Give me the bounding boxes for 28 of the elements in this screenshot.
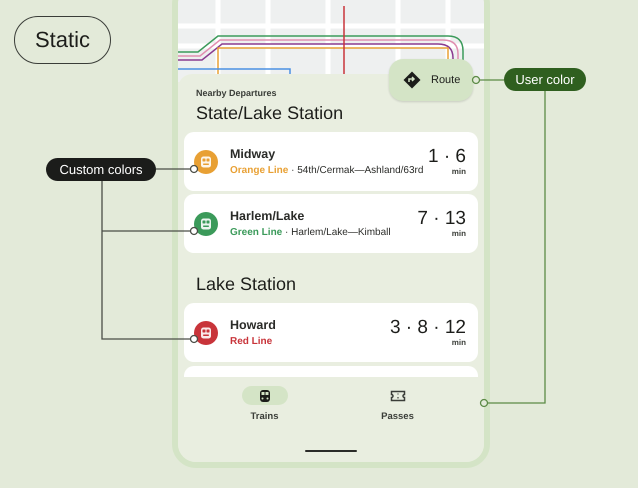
station-title: Lake Station [196, 273, 298, 295]
train-icon [258, 388, 272, 402]
arrival-times: 1 · 6 [428, 147, 466, 167]
nav-tab[interactable]: Trains [224, 386, 304, 422]
ticket-icon [390, 388, 406, 402]
arrival-times: 3 · 8 · 12 [390, 318, 466, 338]
minutes-unit: min [452, 167, 466, 176]
station-title: State/Lake Station [196, 102, 344, 124]
departure-card[interactable]: Midway Orange Line · 54th/Cermak—Ashland/63rd 1 · 6 min [184, 132, 478, 191]
line-text: Green Line · Harlem/Lake—Kimball [230, 227, 392, 238]
directions-icon [403, 71, 421, 89]
destination-text: Harlem/Lake [230, 209, 306, 223]
arrival-times: 7 · 13 [417, 209, 466, 229]
destination-text: Midway [230, 147, 276, 161]
line-text: Red Line [230, 336, 274, 347]
destination-text: Howard [230, 318, 277, 332]
nav-tab[interactable]: Passes [358, 386, 438, 422]
departure-card[interactable]: Harlem/Lake Green Line · Harlem/Lake—Kimball 7 · 13 min [184, 194, 478, 253]
home-indicator [305, 450, 357, 452]
section-heading: Nearby Departures [196, 88, 278, 98]
route-button[interactable]: Route [389, 59, 473, 101]
annotation-label: Custom colors [46, 158, 156, 181]
line-text: Orange Line · 54th/Cermak—Ashland/63rd [230, 165, 424, 176]
annotation-label: User color [504, 68, 586, 91]
minutes-unit: min [452, 338, 466, 347]
minutes-unit: min [452, 229, 466, 238]
departure-card[interactable]: Howard Red Line 3 · 8 · 12 min [184, 303, 478, 362]
static-label: Static [14, 16, 111, 64]
